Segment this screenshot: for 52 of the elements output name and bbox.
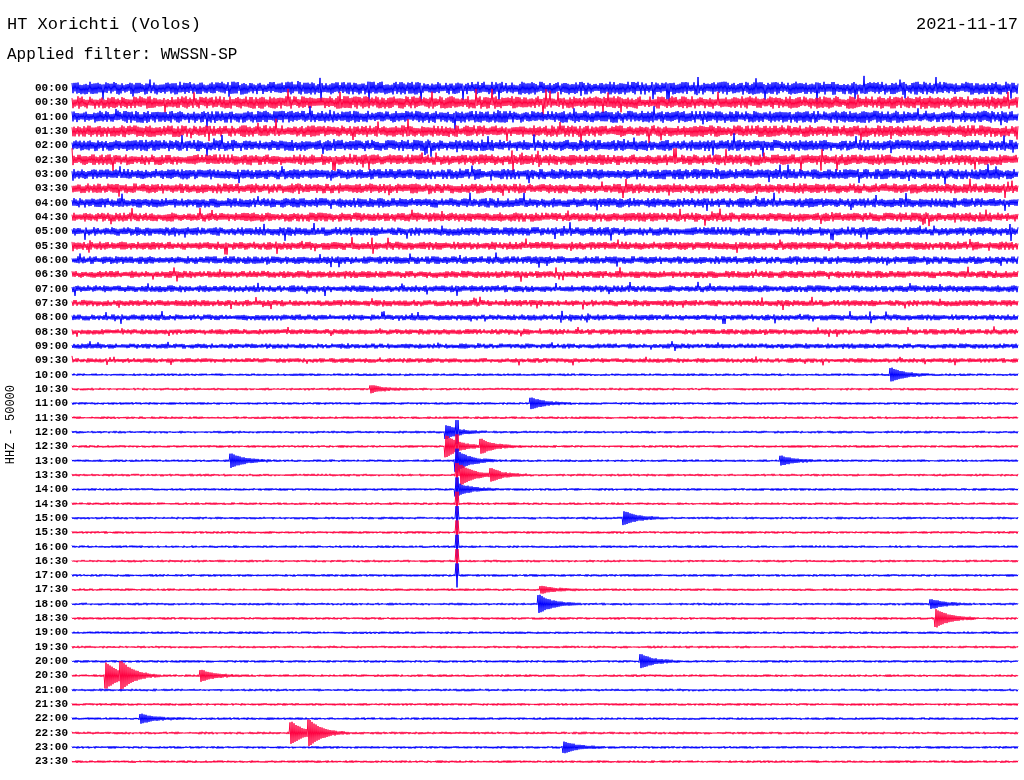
time-label: 20:30 — [34, 668, 69, 683]
time-label: 04:30 — [34, 209, 69, 225]
time-label: 13:00 — [34, 453, 69, 468]
time-label: 10:00 — [34, 367, 69, 382]
time-label: 12:30 — [34, 439, 69, 454]
time-label: 23:00 — [34, 740, 69, 755]
time-label: 08:30 — [34, 324, 69, 339]
time-label: 04:00 — [34, 195, 69, 210]
time-label: 00:30 — [34, 95, 69, 110]
station-title: HT Xorichti (Volos) — [7, 16, 201, 33]
channel-label: HHZ - 50000 — [5, 385, 17, 465]
time-label: 17:30 — [34, 582, 69, 597]
date-label: 2021-11-17 — [915, 16, 1018, 33]
time-label: 21:30 — [34, 697, 69, 712]
time-label: 15:00 — [34, 510, 69, 526]
time-label: 06:30 — [34, 267, 69, 282]
filter-label: Applied filter: WWSSN-SP — [7, 47, 238, 63]
time-label: 10:30 — [34, 381, 69, 397]
time-label: 09:00 — [34, 338, 69, 354]
time-label: 03:30 — [34, 181, 69, 196]
time-label: 23:30 — [34, 754, 69, 769]
time-label: 22:00 — [34, 711, 69, 726]
time-label: 15:30 — [34, 525, 69, 540]
time-label: 16:00 — [34, 539, 69, 554]
time-label: 02:30 — [34, 152, 69, 167]
time-label: 18:00 — [34, 596, 69, 612]
time-label: 09:30 — [34, 353, 69, 368]
time-label: 16:30 — [34, 553, 69, 569]
time-label: 02:00 — [34, 138, 69, 153]
time-label: 01:00 — [34, 109, 69, 124]
time-label: 22:30 — [34, 725, 69, 741]
time-label: 05:00 — [34, 224, 69, 239]
time-label: 06:00 — [34, 252, 69, 268]
time-label: 20:00 — [34, 654, 69, 669]
time-label: 01:30 — [34, 124, 69, 139]
time-label: 03:00 — [34, 166, 69, 182]
time-label: 11:30 — [34, 410, 69, 425]
time-label: 18:30 — [34, 611, 69, 626]
time-label: 17:00 — [34, 568, 69, 583]
time-label: 11:00 — [34, 396, 69, 411]
time-label: 19:00 — [34, 625, 69, 640]
time-label: 05:30 — [34, 238, 69, 253]
time-label: 07:00 — [34, 281, 69, 296]
time-label: 14:00 — [34, 482, 69, 497]
time-label: 07:30 — [34, 295, 69, 311]
time-label: 19:30 — [34, 639, 69, 655]
time-label: 08:00 — [34, 310, 69, 325]
time-label: 13:30 — [34, 467, 69, 483]
time-label: 00:00 — [34, 81, 69, 96]
time-label: 14:30 — [34, 496, 69, 511]
time-label: 21:00 — [34, 682, 69, 698]
time-label: 12:00 — [34, 424, 69, 440]
